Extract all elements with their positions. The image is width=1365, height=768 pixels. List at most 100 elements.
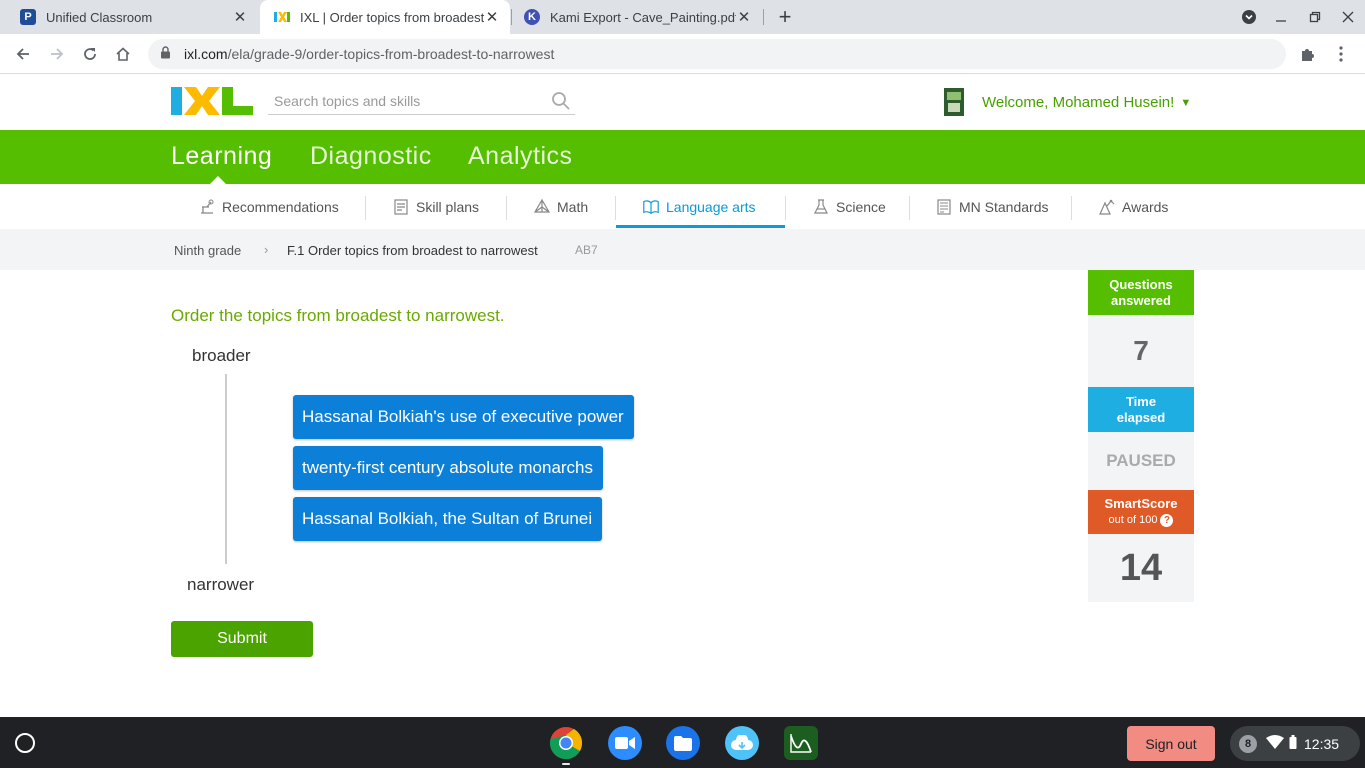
subnav-divider <box>506 196 507 220</box>
subnav-label: Skill plans <box>416 198 480 215</box>
chevron-down-icon: ▼ <box>1180 97 1192 109</box>
reload-icon[interactable] <box>78 42 102 66</box>
topic-tile[interactable]: twenty-first century absolute monarchs <box>293 446 604 490</box>
tab-title: Unified Classroom <box>46 9 153 25</box>
science-icon <box>812 198 830 216</box>
tab-unified-classroom[interactable]: P Unified Classroom ✕ <box>0 0 258 34</box>
time-elapsed-value: PAUSED <box>1088 432 1194 490</box>
questions-answered-value: 7 <box>1088 315 1194 387</box>
subnav-science[interactable]: Science <box>812 184 886 229</box>
smartscore-subtitle: out of 100? <box>1109 512 1174 528</box>
math-icon <box>533 198 551 216</box>
zoom-icon[interactable] <box>608 726 642 760</box>
close-window-icon[interactable] <box>1337 6 1359 28</box>
forward-icon[interactable] <box>45 42 69 66</box>
search-box[interactable] <box>268 87 575 115</box>
tab-title: IXL | Order topics from broadest t <box>300 9 484 25</box>
avatar[interactable] <box>944 88 964 116</box>
unified-classroom-favicon-icon: P <box>20 9 36 25</box>
chrome-icon[interactable] <box>549 726 583 760</box>
search-icon[interactable] <box>551 91 571 111</box>
smartscore-value: 14 <box>1088 534 1194 602</box>
welcome-text: Welcome, Mohamed Husein! <box>982 94 1175 111</box>
order-axis-line <box>225 374 227 564</box>
subnav-mn-standards[interactable]: MN Standards <box>935 184 1048 229</box>
subnav-label: Language arts <box>666 198 756 215</box>
restore-icon[interactable] <box>1304 6 1326 28</box>
topic-tile[interactable]: Hassanal Bolkiah's use of executive powe… <box>293 395 634 439</box>
questions-answered-header: Questions answered <box>1088 270 1194 315</box>
narrower-label: narrower <box>187 575 255 594</box>
home-icon[interactable] <box>111 42 135 66</box>
sign-out-button[interactable]: Sign out <box>1127 726 1215 761</box>
subnav-label: MN Standards <box>959 198 1049 215</box>
subnav-divider <box>365 196 366 220</box>
time-elapsed-header: Time elapsed <box>1088 387 1194 432</box>
subnav-label: Recommendations <box>222 198 339 215</box>
subnav-language-arts[interactable]: Language arts <box>642 184 756 229</box>
ixl-logo-icon <box>171 86 253 116</box>
time-label-line1: Time <box>1125 393 1157 409</box>
topic-tile[interactable]: Hassanal Bolkiah, the Sultan of Brunei <box>293 497 603 541</box>
subnav-label: Science <box>836 198 886 215</box>
help-icon[interactable]: ? <box>1160 514 1174 527</box>
question-prompt: Order the topics from broadest to narrow… <box>171 306 505 325</box>
tab-ixl[interactable]: IXL | Order topics from broadest t ✕ <box>260 0 510 34</box>
close-tab-icon[interactable]: ✕ <box>232 9 248 26</box>
battery-icon <box>1289 735 1297 752</box>
skill-plans-icon <box>392 198 410 216</box>
back-icon[interactable] <box>11 42 35 66</box>
ixl-logo[interactable] <box>171 86 253 116</box>
browser-tab-strip: P Unified Classroom ✕ IXL | Order topics… <box>0 0 1365 34</box>
address-bar[interactable]: ixl.com/ela/grade-9/order-topics-from-br… <box>148 39 1286 69</box>
submit-button[interactable]: Submit <box>171 621 313 657</box>
chevron-right-icon: › <box>264 242 269 257</box>
browser-toolbar: ixl.com/ela/grade-9/order-topics-from-br… <box>0 34 1365 74</box>
time-label-line2: elapsed <box>1116 409 1166 425</box>
status-tray[interactable]: 8 12:35 <box>1230 726 1360 761</box>
smartscore-sub-text: out of 100 <box>1108 514 1158 526</box>
lock-icon[interactable] <box>160 46 174 62</box>
new-tab-icon[interactable]: + <box>773 4 797 29</box>
broader-label: broader <box>192 346 251 365</box>
recommendations-icon <box>198 198 216 216</box>
cloud-icon[interactable] <box>725 726 759 760</box>
tab-kami-export[interactable]: K Kami Export - Cave_Painting.pdf ✕ <box>512 0 762 34</box>
browser-menu-icon[interactable] <box>1329 42 1353 66</box>
nav-analytics[interactable]: Analytics <box>468 142 573 171</box>
active-subject-underline <box>616 225 785 228</box>
url-text: ixl.com/ela/grade-9/order-topics-from-br… <box>184 46 554 62</box>
main-nav: Learning Diagnostic Analytics <box>0 130 1365 184</box>
geogebra-icon[interactable] <box>784 726 818 760</box>
subnav-label: Awards <box>1122 198 1169 215</box>
questions-label-line2: answered <box>1111 292 1171 308</box>
extensions-icon[interactable] <box>1296 42 1320 66</box>
smartscore-label: SmartScore <box>1104 496 1178 511</box>
subnav-awards[interactable]: Awards <box>1098 184 1168 229</box>
subnav-recommendations[interactable]: Recommendations <box>198 184 339 229</box>
nav-diagnostic[interactable]: Diagnostic <box>310 142 432 171</box>
tab-title: Kami Export - Cave_Painting.pdf <box>550 9 736 25</box>
welcome-menu[interactable]: Welcome, Mohamed Husein! ▼ <box>982 94 1191 111</box>
files-icon[interactable] <box>666 726 700 760</box>
minimize-icon[interactable] <box>1270 6 1292 28</box>
breadcrumb: Ninth grade › F.1 Order topics from broa… <box>0 229 1365 270</box>
subnav-divider <box>615 196 616 220</box>
breadcrumb-skill: F.1 Order topics from broadest to narrow… <box>287 243 538 258</box>
nav-learning[interactable]: Learning <box>171 142 272 171</box>
breadcrumb-grade[interactable]: Ninth grade <box>174 243 241 258</box>
ixl-favicon-icon <box>274 9 290 25</box>
os-shelf: Sign out 8 12:35 <box>0 717 1365 768</box>
skill-code: AB7 <box>575 243 598 257</box>
tab-search-icon[interactable] <box>1238 6 1260 28</box>
subnav-math[interactable]: Math <box>533 184 588 229</box>
launcher-icon[interactable] <box>15 733 35 753</box>
notification-count: 8 <box>1239 734 1257 753</box>
close-tab-icon[interactable]: ✕ <box>484 9 500 26</box>
awards-icon <box>1098 198 1116 216</box>
close-tab-icon[interactable]: ✕ <box>736 9 752 26</box>
active-app-indicator <box>562 763 570 765</box>
search-input[interactable] <box>268 92 538 109</box>
subnav-skill-plans[interactable]: Skill plans <box>392 184 479 229</box>
url-path: /ela/grade-9/order-topics-from-broadest-… <box>227 46 555 62</box>
